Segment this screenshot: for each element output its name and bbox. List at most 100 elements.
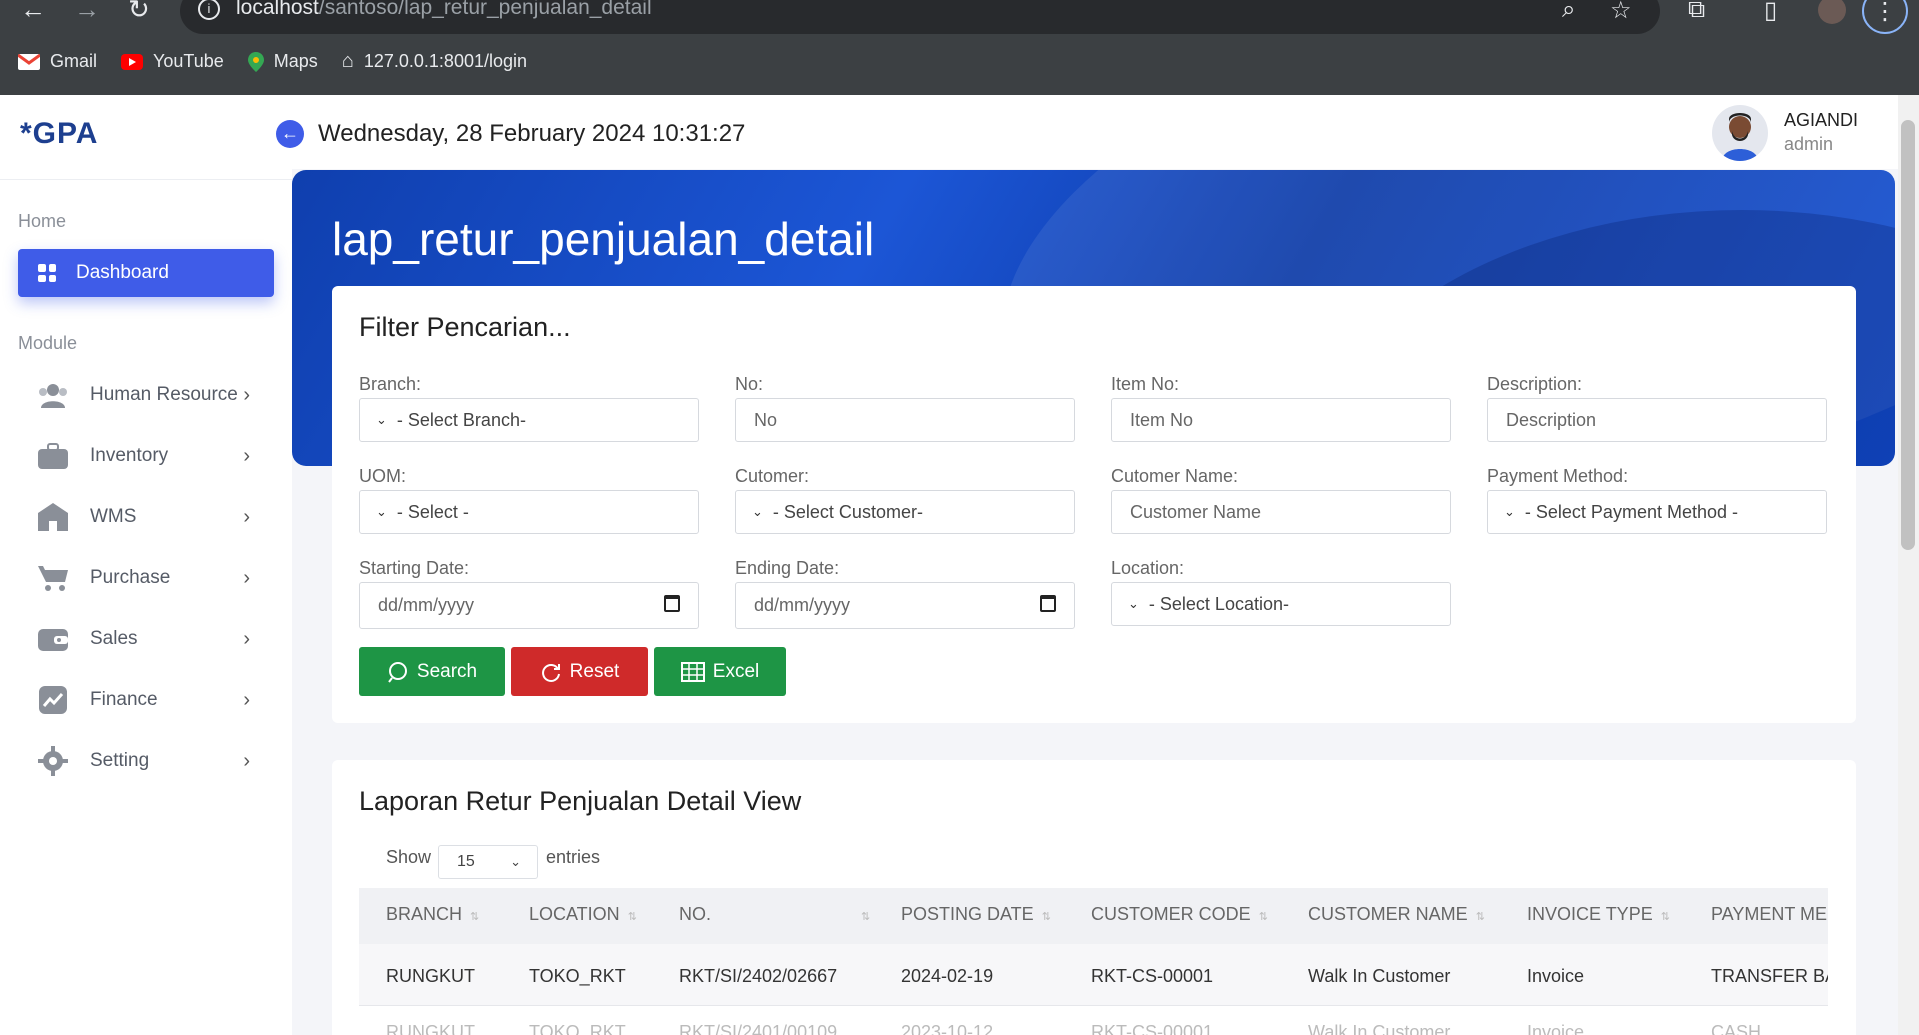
table-cell: Invoice (1527, 1022, 1585, 1035)
bookmark-label: Gmail (50, 51, 98, 71)
sort-icon: ⇅ (1660, 911, 1670, 923)
sidebar-item-finance[interactable]: Finance › (36, 680, 256, 720)
site-info-icon[interactable]: i (198, 0, 220, 20)
side-panel-icon[interactable]: ▯ (1764, 0, 1777, 25)
chevron-down-icon: ⌄ (1128, 596, 1139, 611)
url-host: localhost (236, 0, 319, 19)
wallet-icon (36, 624, 70, 654)
excel-button[interactable]: Excel (654, 647, 786, 696)
youtube-icon (121, 53, 144, 70)
table-cell: CASH (1711, 1022, 1762, 1035)
sort-icon: ⇅ (470, 911, 480, 923)
start-date-input[interactable]: dd/mm/yyyy (359, 582, 699, 629)
current-datetime: Wednesday, 28 February 2024 10:31:27 (318, 120, 746, 147)
calendar-icon[interactable] (664, 595, 680, 612)
address-bar[interactable]: i localhost/santoso/lap_retur_penjualan_… (180, 0, 1660, 34)
column-header-location[interactable]: LOCATION ⇅ (529, 904, 637, 925)
sidebar-item-purchase[interactable]: Purchase › (36, 558, 256, 598)
chevron-right-icon: › (243, 627, 250, 650)
customer-select-value: - Select Customer- (772, 501, 923, 522)
column-header-label: LOCATION (529, 904, 620, 924)
table-cell: Walk In Customer (1308, 966, 1451, 986)
table-cell: RKT-CS-00001 (1091, 966, 1214, 986)
column-header-customer-code[interactable]: CUSTOMER CODE ⇅ (1091, 904, 1268, 925)
column-header-no[interactable]: NO. ⇅ (679, 904, 870, 925)
chevron-down-icon: ⌄ (376, 504, 387, 519)
bookmark-gmail[interactable]: Gmail (18, 51, 97, 72)
chevron-down-icon: ⌄ (1504, 504, 1515, 519)
location-label: Location: (1111, 558, 1185, 578)
scrollbar-thumb[interactable] (1901, 120, 1915, 550)
sidebar-item-dashboard[interactable]: Dashboard (18, 249, 274, 297)
sidebar-item-sales[interactable]: Sales › (36, 619, 256, 659)
back-arrow-icon[interactable]: ← (20, 0, 46, 22)
sidebar-item-inventory[interactable]: Inventory › (36, 436, 256, 476)
sidebar-item-label: Dashboard (76, 262, 169, 283)
gear-icon (36, 746, 70, 776)
reload-icon[interactable]: ↻ (128, 0, 150, 22)
location-select[interactable]: ⌄ - Select Location- (1111, 582, 1451, 626)
description-input[interactable]: Description (1487, 398, 1827, 442)
report-title: Laporan Retur Penjualan Detail View (359, 786, 802, 816)
sort-icon: ⇅ (1475, 911, 1485, 923)
bookmark-local-login[interactable]: ⌂ 127.0.0.1:8001/login (342, 50, 527, 73)
app-logo[interactable]: *GPA (20, 117, 98, 151)
search-button[interactable]: Search (359, 647, 505, 696)
uom-select[interactable]: ⌄ - Select - (359, 490, 699, 534)
column-header-branch[interactable]: BRANCH ⇅ (386, 904, 479, 925)
column-header-posting-date[interactable]: POSTING DATE ⇅ (901, 904, 1051, 925)
no-label: No: (735, 374, 764, 394)
end-date-placeholder: dd/mm/yyyy (754, 595, 851, 615)
reset-button[interactable]: Reset (511, 647, 648, 696)
customer-name-input[interactable]: Customer Name (1111, 490, 1451, 534)
entries-select[interactable]: 15 ⌄ (438, 845, 538, 879)
no-input[interactable]: No (735, 398, 1075, 442)
description-label: Description: (1487, 374, 1583, 394)
table-cell: RUNGKUT (386, 966, 475, 986)
payment-method-select[interactable]: ⌄ - Select Payment Method - (1487, 490, 1827, 534)
end-date-input[interactable]: dd/mm/yyyy (735, 582, 1075, 629)
module-heading: Module (18, 333, 78, 353)
sidebar-item-wms[interactable]: WMS › (36, 497, 256, 537)
spreadsheet-icon (680, 661, 705, 682)
column-header-customer-name[interactable]: CUSTOMER NAME ⇅ (1308, 904, 1485, 925)
bookmark-star-icon[interactable]: ☆ (1610, 0, 1632, 25)
chevron-right-icon: › (243, 444, 250, 467)
avatar[interactable] (1712, 105, 1768, 161)
chevron-right-icon: › (243, 688, 250, 711)
item-no-input[interactable]: Item No (1111, 398, 1451, 442)
column-header-label: CUSTOMER CODE (1091, 904, 1251, 924)
chevron-down-icon: ⌄ (376, 412, 387, 427)
sidebar: *GPA Home Dashboard Module Human Resourc… (0, 95, 292, 1035)
menu-kebab-icon[interactable]: ⋮ (1862, 0, 1908, 34)
no-input-placeholder: No (754, 409, 778, 430)
entries-label: entries (546, 847, 601, 867)
extensions-icon[interactable]: ⧉ (1688, 0, 1705, 24)
refresh-icon (541, 663, 560, 682)
users-group-icon (36, 380, 70, 410)
column-header-invoice-type[interactable]: INVOICE TYPE ⇅ (1527, 904, 1670, 925)
bookmark-youtube[interactable]: YouTube (121, 51, 224, 72)
calendar-icon[interactable] (1040, 595, 1056, 612)
chevron-right-icon: › (243, 505, 250, 528)
chevron-right-icon: › (243, 383, 250, 406)
customer-select[interactable]: ⌄ - Select Customer- (735, 490, 1075, 534)
briefcase-icon (36, 441, 70, 471)
chevron-right-icon: › (243, 749, 250, 772)
branch-select[interactable]: ⌄ - Select Branch- (359, 398, 699, 442)
chevron-down-icon: ⌄ (752, 504, 763, 519)
sort-icon: ⇅ (1041, 911, 1051, 923)
bookmark-maps[interactable]: Maps (247, 51, 318, 72)
entries-select-value: 15 (457, 853, 475, 870)
branch-label: Branch: (359, 374, 422, 394)
column-header-label: POSTING DATE (901, 904, 1034, 924)
column-header-payment-method[interactable]: PAYMENT ME (1711, 904, 1827, 925)
back-arrow-icon[interactable]: ← (276, 120, 304, 148)
sidebar-item-setting[interactable]: Setting › (36, 741, 256, 781)
sidebar-item-human-resource[interactable]: Human Resource › (36, 375, 256, 415)
zoom-icon[interactable]: ⌕ (1562, 0, 1575, 24)
profile-avatar-icon[interactable] (1818, 0, 1846, 24)
forward-arrow-icon[interactable]: → (74, 0, 100, 22)
dashboard-grid-icon (38, 264, 56, 282)
chart-line-icon (36, 685, 70, 715)
